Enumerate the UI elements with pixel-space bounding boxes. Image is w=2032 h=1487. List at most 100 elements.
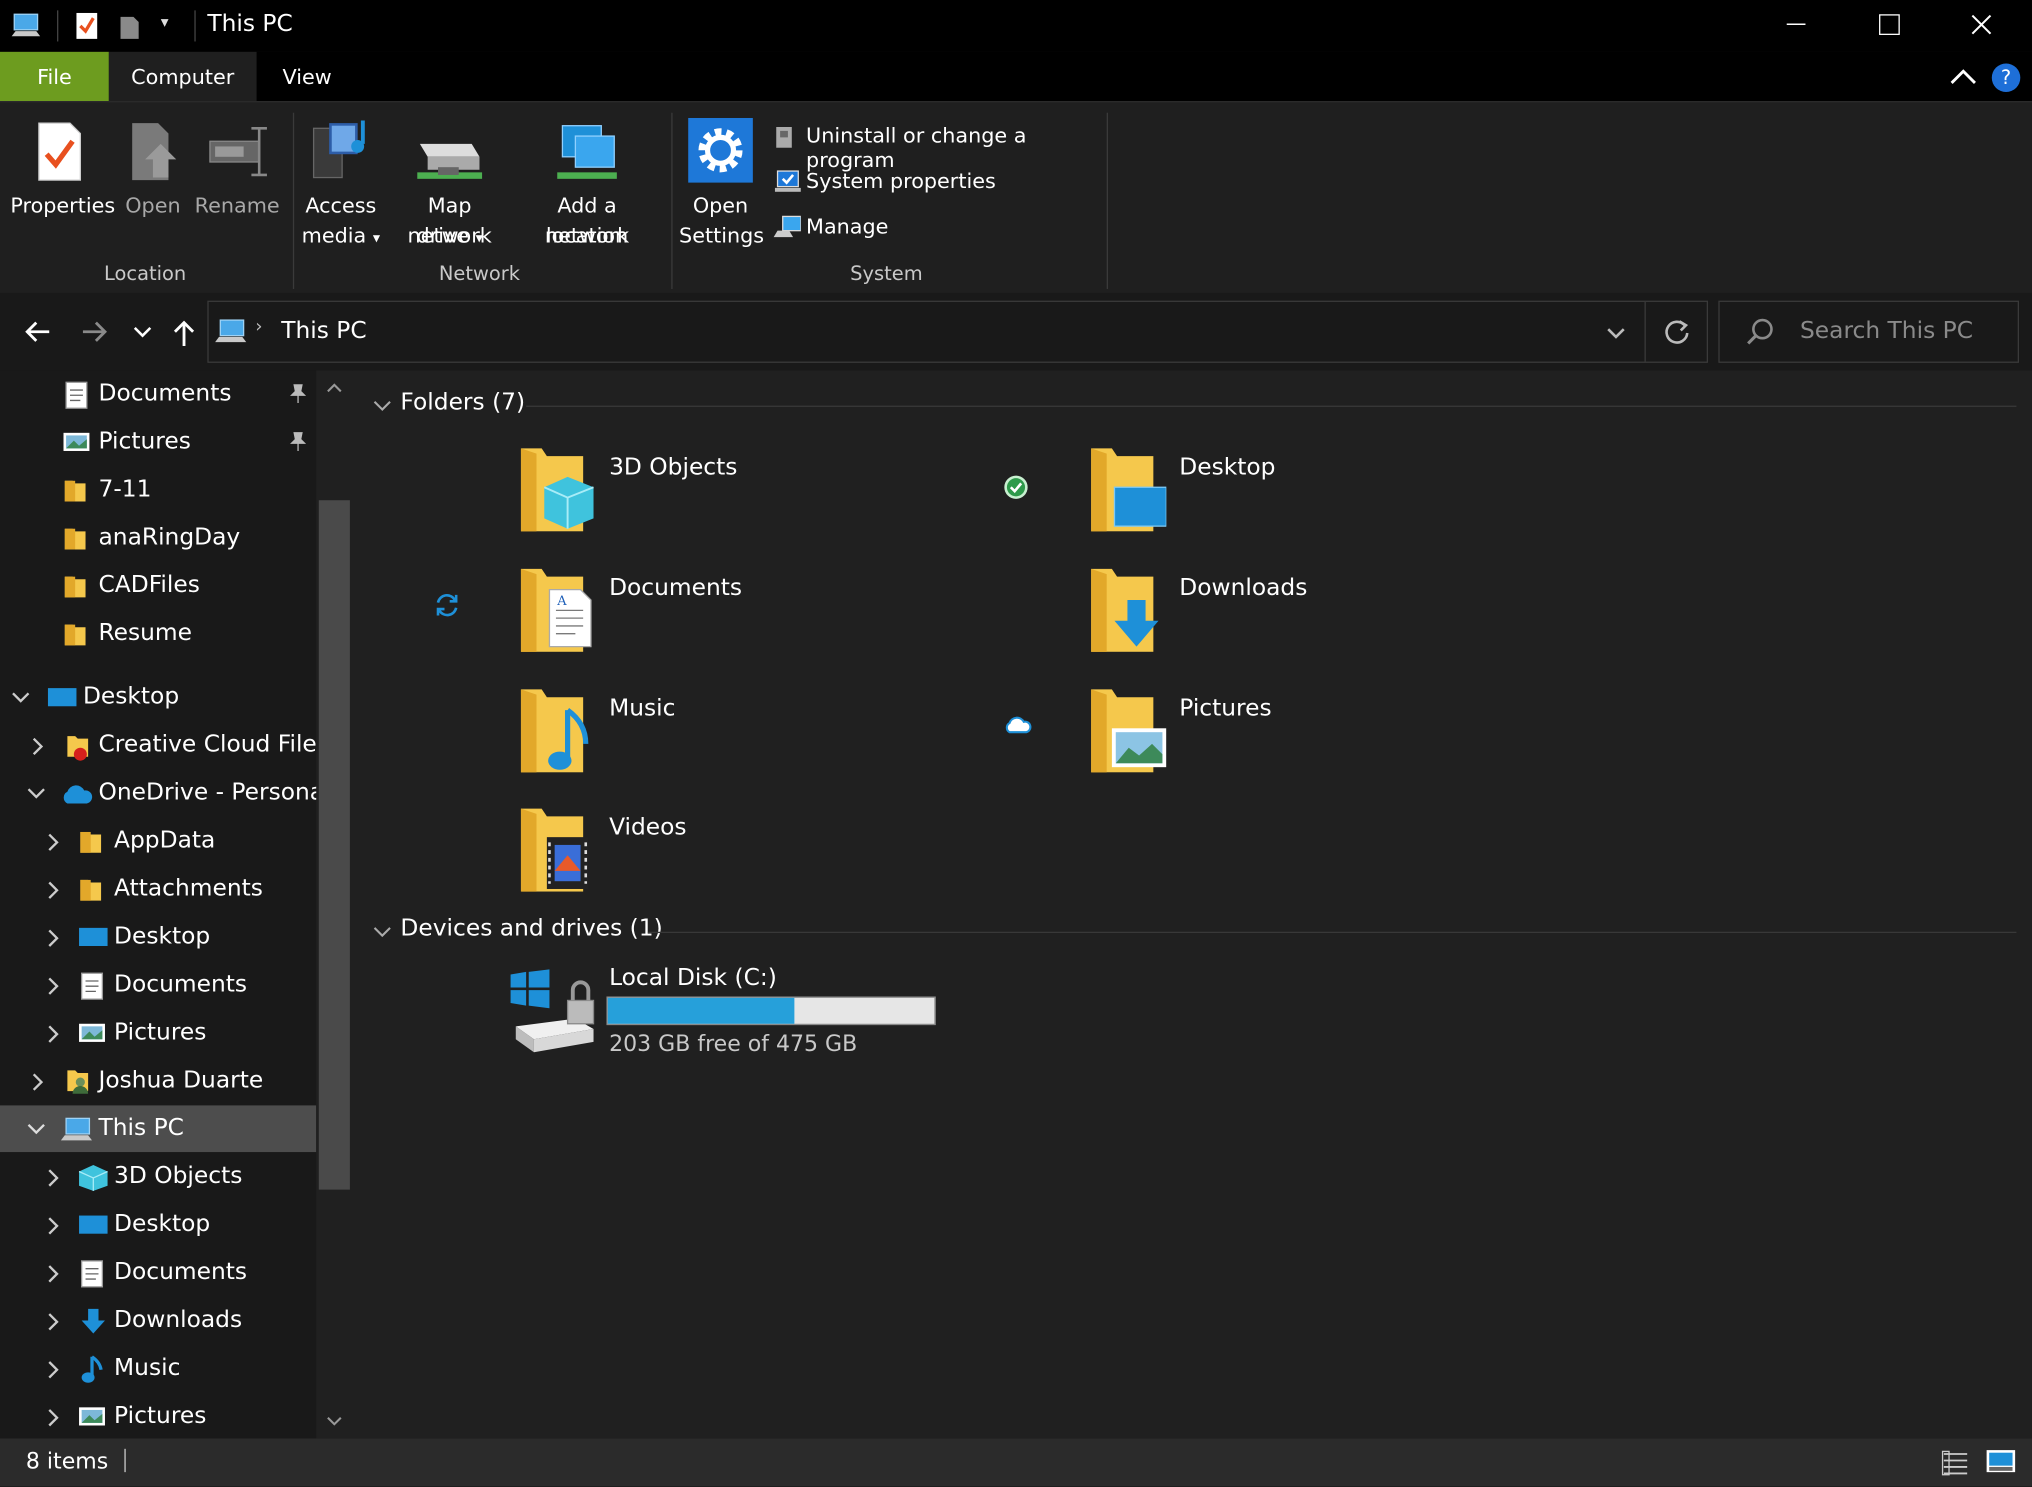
map-network-drive-icon (417, 143, 483, 179)
scroll-up-chevron-icon[interactable] (325, 381, 343, 394)
maximize-button[interactable] (1879, 14, 1900, 35)
nav-item-quick-documents[interactable]: Documents (0, 371, 316, 418)
navigation-scrollbar[interactable] (316, 370, 353, 1439)
nav-item-onedrive-desktop[interactable]: Desktop (0, 914, 316, 961)
add-network-location-button[interactable]: Add a network location (518, 115, 655, 258)
details-view-icon[interactable] (1941, 1450, 1970, 1476)
collapsed-chevron-icon[interactable] (47, 1025, 60, 1043)
open-settings-button[interactable]: Open Settings (679, 115, 764, 258)
search-input[interactable]: Search This PC (1800, 317, 1973, 344)
tab-view[interactable]: View (257, 52, 358, 101)
folder-tile-music[interactable]: Music (508, 679, 936, 783)
tab-file[interactable]: File (0, 51, 109, 102)
nav-item-cadfiles[interactable]: CADFiles (0, 562, 316, 609)
folder-tile-videos[interactable]: Videos (508, 798, 936, 902)
nav-item-attachments[interactable]: Attachments (0, 866, 316, 913)
nav-item-onedrive-documents[interactable]: Documents (0, 962, 316, 1009)
recent-locations-chevron-icon[interactable] (132, 324, 153, 340)
folder-tile-3d-objects[interactable]: 3D Objects (508, 438, 936, 542)
nav-item-appdata[interactable]: AppData (0, 818, 316, 865)
folder-tile-pictures[interactable]: Pictures (1078, 679, 1506, 783)
network-group-label: Network (438, 261, 521, 286)
minimize-button[interactable]: — (1786, 10, 1812, 35)
nav-item-onedrive[interactable]: OneDrive - Personal (0, 770, 331, 817)
desktop-icon (79, 1215, 108, 1234)
nav-item-desktop-root[interactable]: Desktop (0, 674, 316, 721)
drive-free-space: 203 GB free of 475 GB (609, 1031, 858, 1058)
close-button[interactable] (1970, 13, 1993, 36)
nav-item-pc-desktop[interactable]: Desktop (0, 1201, 316, 1248)
collapsed-chevron-icon[interactable] (47, 1409, 60, 1427)
access-media-button[interactable]: Access media ▾ (301, 115, 381, 258)
nav-item-onedrive-pictures[interactable]: Pictures (0, 1010, 316, 1057)
forward-arrow-icon[interactable] (80, 320, 109, 343)
nav-item-pc-3d-objects[interactable]: 3D Objects (0, 1153, 316, 1200)
open-button[interactable]: Open (119, 115, 186, 258)
nav-item-pc-pictures[interactable]: Pictures (0, 1393, 316, 1440)
folder-tile-downloads[interactable]: Downloads (1078, 559, 1506, 663)
collapsed-chevron-icon[interactable] (47, 1361, 60, 1379)
3d-cube-icon (78, 1165, 108, 1191)
collapsed-chevron-icon[interactable] (47, 1169, 60, 1187)
collapsed-chevron-icon[interactable] (47, 833, 60, 851)
collapsed-chevron-icon[interactable] (47, 1217, 60, 1235)
ribbon: Properties Open Rename Location Access m… (0, 101, 2032, 295)
collapse-section-chevron-icon[interactable] (373, 399, 391, 412)
folder-tile-desktop[interactable]: Desktop (1078, 438, 1506, 542)
nav-item-pc-music[interactable]: Music (0, 1345, 316, 1392)
minimize-ribbon-chevron-icon[interactable] (1949, 67, 1978, 85)
scrollbar-thumb[interactable] (318, 500, 350, 1190)
folders-section-header[interactable]: Folders (7) (400, 389, 525, 416)
help-icon[interactable]: ? (1991, 62, 2022, 93)
rename-button[interactable]: Rename (194, 115, 280, 258)
collapsed-chevron-icon[interactable] (47, 929, 60, 947)
pin-icon[interactable] (288, 384, 309, 405)
new-folder-qat-icon[interactable] (119, 14, 140, 40)
devices-section-header[interactable]: Devices and drives (1) (400, 915, 662, 942)
drive-tile-local-disk-c[interactable]: Local Disk (C:) 203 GB free of 475 GB (503, 962, 944, 1066)
back-arrow-icon[interactable] (23, 320, 52, 343)
properties-icon (38, 122, 81, 181)
map-network-drive-button[interactable]: Map network drive ▾ (386, 115, 513, 258)
collapsed-chevron-icon[interactable] (31, 1073, 44, 1091)
nav-item-pc-documents[interactable]: Documents (0, 1249, 316, 1296)
tab-computer[interactable]: Computer (108, 51, 257, 102)
search-box[interactable]: Search This PC (1718, 300, 2020, 363)
refresh-icon[interactable] (1663, 317, 1692, 346)
pictures-icon (79, 1407, 105, 1426)
nav-item-anaringday[interactable]: anaRingDay (0, 514, 316, 561)
properties-button[interactable]: Properties (10, 115, 115, 258)
nav-item-7-11[interactable]: 7-11 (0, 467, 316, 514)
uninstall-program-button[interactable]: Uninstall or change a program (770, 121, 1102, 172)
folder-tile-documents[interactable]: A Documents (508, 559, 936, 663)
manage-button[interactable]: Manage (770, 211, 1102, 245)
collapse-section-chevron-icon[interactable] (373, 925, 391, 938)
desktop-icon (79, 927, 108, 947)
collapsed-chevron-icon[interactable] (47, 1265, 60, 1283)
nav-item-pc-downloads[interactable]: Downloads (0, 1297, 316, 1344)
nav-item-this-pc[interactable]: This PC (0, 1105, 317, 1153)
properties-qat-icon[interactable] (75, 12, 98, 41)
address-bar[interactable]: › This PC (207, 300, 1708, 363)
expanded-chevron-icon[interactable] (27, 1122, 45, 1135)
nav-item-joshua-duarte[interactable]: Joshua Duarte (0, 1057, 316, 1104)
collapsed-chevron-icon[interactable] (31, 737, 44, 756)
customize-qat-chevron-icon[interactable]: ▾ (161, 13, 169, 31)
expanded-chevron-icon[interactable] (12, 691, 30, 704)
expanded-chevron-icon[interactable] (27, 787, 45, 800)
breadcrumb-chevron-icon[interactable]: › (255, 316, 262, 337)
collapsed-chevron-icon[interactable] (47, 977, 60, 995)
address-history-chevron-icon[interactable] (1606, 325, 1627, 341)
onedrive-cloud-status-icon (1005, 716, 1032, 734)
system-properties-button[interactable]: System properties (770, 166, 1102, 200)
scroll-down-chevron-icon[interactable] (325, 1415, 343, 1428)
nav-item-resume[interactable]: Resume (0, 610, 316, 657)
collapsed-chevron-icon[interactable] (47, 881, 60, 899)
breadcrumb-this-pc[interactable]: This PC (281, 317, 366, 344)
nav-item-creative-cloud[interactable]: Creative Cloud Files (0, 722, 329, 769)
collapsed-chevron-icon[interactable] (47, 1313, 60, 1331)
up-arrow-icon[interactable] (171, 319, 197, 348)
pin-icon[interactable] (288, 432, 309, 453)
large-icons-view-icon[interactable] (1985, 1449, 2016, 1475)
nav-item-quick-pictures[interactable]: Pictures (0, 419, 316, 466)
